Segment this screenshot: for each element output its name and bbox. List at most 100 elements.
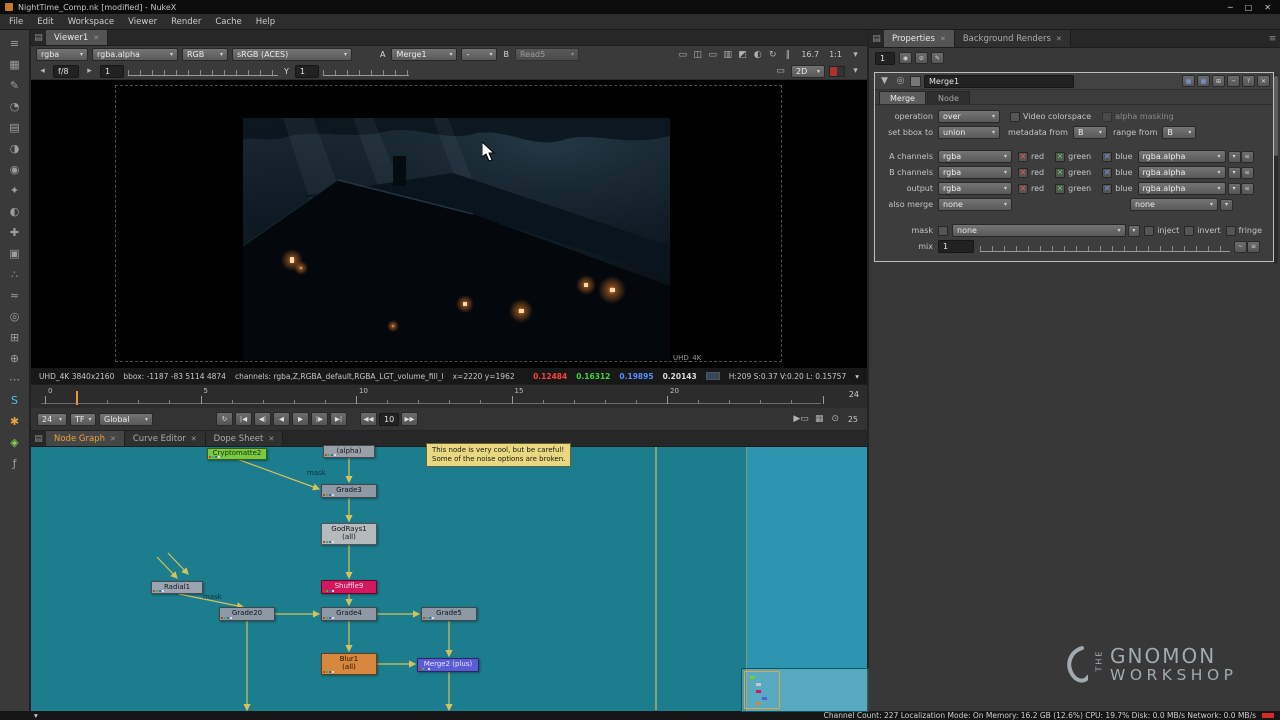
output-green-checkbox[interactable]: ✕	[1055, 183, 1066, 194]
output-split-button[interactable]: ▾	[1227, 182, 1241, 195]
tab-background-renders[interactable]: Background Renders ✕	[954, 30, 1071, 47]
menu-render[interactable]: Render	[164, 14, 208, 29]
fringe-checkbox[interactable]	[1225, 225, 1236, 236]
mix-animation-button[interactable]: ~	[1234, 240, 1247, 253]
pin-panel-icon[interactable]: ◉	[899, 52, 912, 64]
a-channels-alpha-dropdown[interactable]: rgba.alpha ▾	[1137, 150, 1226, 163]
invert-checkbox[interactable]	[1184, 225, 1195, 236]
operation-dropdown[interactable]: over ▾	[938, 110, 1000, 123]
viewer-a-input-dropdown[interactable]: Merge1 ▾	[391, 48, 458, 61]
channel-a-icon[interactable]: ▦	[1182, 75, 1195, 87]
timeline-ruler[interactable]: 24 0 5 10 15 20	[31, 384, 867, 408]
output-alpha-dropdown[interactable]: rgba.alpha ▾	[1137, 182, 1226, 195]
keyer-icon[interactable]: ✦	[3, 180, 27, 200]
b-channels-blue-checkbox[interactable]: ✕	[1102, 167, 1113, 178]
tab-viewer1[interactable]: Viewer1 ✕	[46, 30, 109, 45]
viewer-options-caret-icon[interactable]: ▾	[849, 48, 862, 61]
grade20-node[interactable]: Grade20	[219, 607, 275, 621]
tab-curve-editor[interactable]: Curve Editor ✕	[124, 431, 206, 446]
proxy-icon[interactable]: ▥	[721, 48, 734, 61]
timeline-playhead[interactable]	[76, 391, 79, 405]
fps-dropdown[interactable]: 24 ▾	[37, 412, 67, 426]
gain-value-field[interactable]: 1	[100, 64, 124, 78]
radial1-node[interactable]: Radial1	[151, 581, 203, 594]
clip-warning-icon[interactable]: ◩	[736, 48, 749, 61]
tab-properties[interactable]: Properties ✕	[884, 30, 955, 47]
also-merge-split-button[interactable]: ▾	[1220, 198, 1233, 211]
play-forward-button[interactable]: ▶	[292, 412, 309, 426]
gain-prev-icon[interactable]: ◂	[36, 65, 49, 78]
3d-icon[interactable]: ▣	[3, 243, 27, 263]
gain-fstop-button[interactable]: f/8	[53, 64, 79, 78]
wipe-icon[interactable]: ◫	[691, 48, 704, 61]
frame-decrement-button[interactable]: ◀◀	[360, 412, 377, 426]
alpha-node[interactable]: (alpha)	[323, 445, 375, 458]
roi-dashed-icon[interactable]: ▭	[774, 65, 787, 78]
also-merge-dropdown[interactable]: none ▾	[938, 198, 1012, 211]
mix-extra-button[interactable]: ≡	[1247, 240, 1260, 253]
script-editor-icon[interactable]: ƒ	[3, 453, 27, 473]
gizmo-icon[interactable]: ◈	[3, 432, 27, 452]
time-icon[interactable]: ◔	[3, 96, 27, 116]
viewer-2d-dropdown[interactable]: 2D ▾	[791, 64, 825, 78]
timeline-tf-dropdown[interactable]: TF ▾	[70, 412, 96, 426]
background-color-swatch[interactable]	[829, 65, 845, 77]
content-menu-icon[interactable]: ≡	[3, 33, 27, 53]
a-channels-extra-button[interactable]: ≡	[1240, 150, 1254, 163]
tab-dope-sheet-close-icon[interactable]: ✕	[268, 435, 274, 443]
properties-content-menu-icon[interactable]: ▤	[869, 30, 884, 47]
statusbar-caret-icon[interactable]: ▾	[34, 711, 38, 720]
node-name-field[interactable]: Merge1	[924, 74, 1074, 88]
info-caret-icon[interactable]: ▾	[855, 372, 859, 381]
menu-edit[interactable]: Edit	[30, 14, 60, 29]
filter-icon[interactable]: ◉	[3, 159, 27, 179]
toolsets-icon[interactable]: ⊕	[3, 348, 27, 368]
refresh-icon[interactable]: ↻	[766, 48, 779, 61]
b-channels-green-checkbox[interactable]: ✕	[1055, 167, 1066, 178]
max-panels-field[interactable]: 1	[875, 51, 895, 65]
channel-b-icon[interactable]: ▦	[1197, 75, 1210, 87]
viewer-wipe-dropdown[interactable]: - ▾	[461, 48, 498, 61]
blur1-node[interactable]: Blur1 (all)	[321, 653, 377, 675]
viewer-display-dropdown[interactable]: RGB ▾	[182, 48, 228, 61]
merge2-node[interactable]: Merge2 (plus)	[417, 658, 479, 672]
grade5-node[interactable]: Grade5	[421, 607, 477, 621]
mask-checkbox[interactable]	[938, 225, 948, 236]
tab-viewer1-close-icon[interactable]: ✕	[93, 34, 99, 42]
image-icon[interactable]: ▦	[3, 54, 27, 74]
cryptomatte2-node[interactable]: Cryptomatte2	[207, 448, 267, 460]
inject-checkbox[interactable]	[1144, 225, 1155, 236]
a-channels-split-button[interactable]: ▾	[1227, 150, 1241, 163]
a-channels-red-checkbox[interactable]: ✕	[1018, 151, 1028, 162]
menu-file[interactable]: File	[2, 14, 30, 29]
b-channels-dropdown[interactable]: rgba ▾	[938, 166, 1012, 179]
frame-increment-button[interactable]: ▶▶	[401, 412, 418, 426]
a-channels-blue-checkbox[interactable]: ✕	[1102, 151, 1113, 162]
viewer-content-menu-icon[interactable]: ▤	[31, 30, 46, 45]
b-channels-split-button[interactable]: ▾	[1227, 166, 1241, 179]
next-keyframe-button[interactable]: |▶	[311, 412, 328, 426]
tab-merge[interactable]: Merge	[879, 91, 926, 104]
output-dropdown[interactable]: rgba ▾	[938, 182, 1012, 195]
b-channels-red-checkbox[interactable]: ✕	[1018, 167, 1028, 178]
timeline-range-end[interactable]: 24	[849, 390, 859, 399]
gamma-value-field[interactable]: 1	[294, 64, 319, 78]
pause-icon[interactable]: ‖	[781, 48, 794, 61]
merge-icon[interactable]: ◐	[3, 201, 27, 221]
a-channels-green-checkbox[interactable]: ✕	[1055, 151, 1066, 162]
close-panel-icon[interactable]: ✕	[1257, 75, 1270, 87]
metadata-icon[interactable]: ⊞	[3, 327, 27, 347]
range-from-dropdown[interactable]: B ▾	[1162, 126, 1197, 139]
play-backward-button[interactable]: ◀	[273, 412, 290, 426]
tab-background-renders-close-icon[interactable]: ✕	[1056, 35, 1062, 43]
center-node-icon[interactable]: ◎	[894, 75, 907, 88]
flipbook-icon[interactable]: ▶▭	[792, 413, 809, 426]
swatch-caret-icon[interactable]: ▾	[849, 65, 862, 78]
skip-to-start-button[interactable]: |◀	[235, 412, 252, 426]
node-graph-canvas[interactable]: This node is very cool, but be careful! …	[31, 443, 869, 712]
mask-split-button[interactable]: ▾	[1127, 224, 1141, 237]
mask-channel-dropdown[interactable]: none ▾	[952, 224, 1126, 237]
tab-node-graph-close-icon[interactable]: ✕	[110, 435, 116, 443]
float-panel-icon[interactable]: ⊞	[1212, 75, 1225, 87]
menu-viewer[interactable]: Viewer	[121, 14, 164, 29]
